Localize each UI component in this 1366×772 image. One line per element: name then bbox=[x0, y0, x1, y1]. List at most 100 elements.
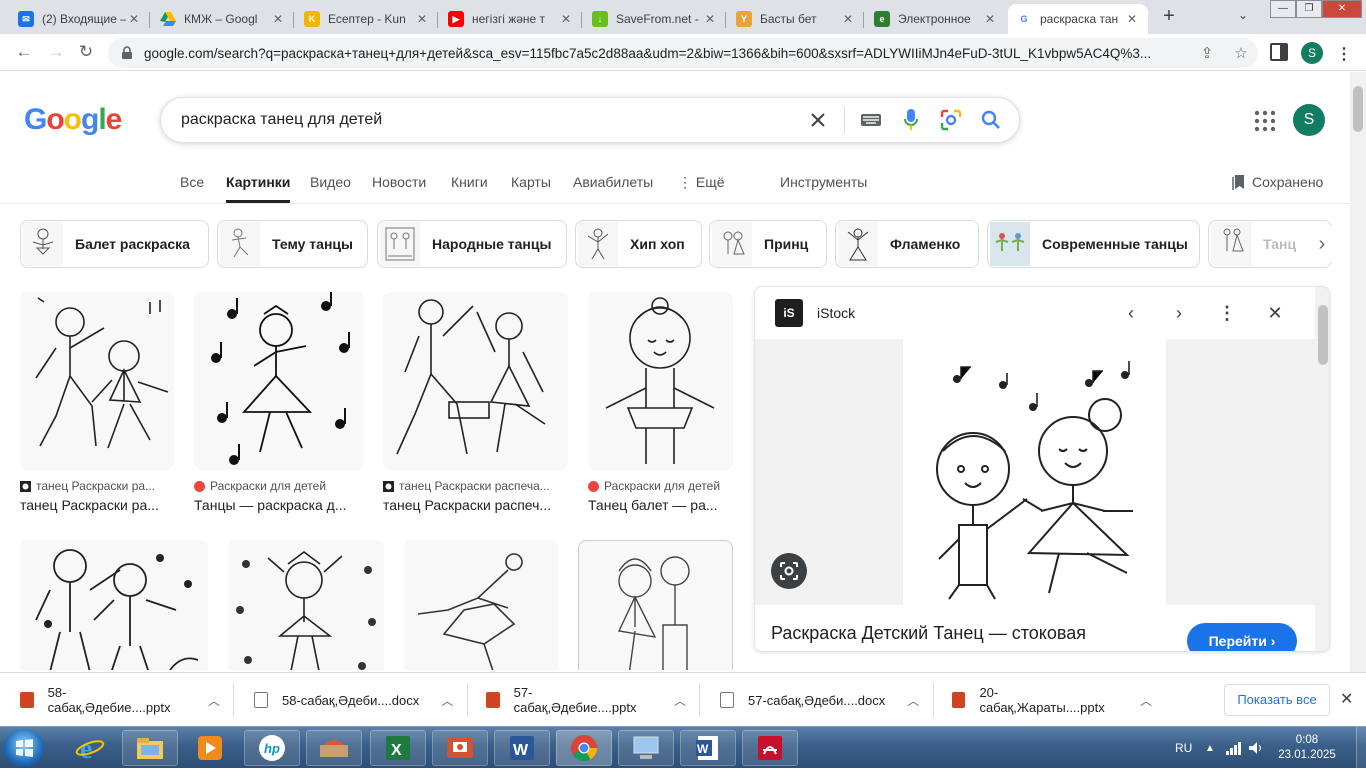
next-chevron-icon[interactable]: › bbox=[1167, 301, 1191, 325]
new-tab-button[interactable]: + bbox=[1158, 6, 1180, 28]
preview-image[interactable] bbox=[903, 339, 1166, 605]
forward-arrow-icon[interactable]: → bbox=[44, 41, 68, 65]
restore-button[interactable]: ❐ bbox=[1296, 0, 1322, 18]
tab-home[interactable]: Y Басты бет ✕ bbox=[728, 4, 864, 34]
url-field[interactable]: google.com/search?q=раскраска+танец+для+… bbox=[108, 38, 1258, 68]
start-button-windows-icon[interactable] bbox=[4, 729, 44, 767]
microphone-icon[interactable] bbox=[891, 97, 931, 143]
tab-search-chevron-icon[interactable]: ⌄ bbox=[1238, 8, 1248, 22]
page-scrollbar[interactable] bbox=[1350, 72, 1366, 672]
close-icon[interactable]: ✕ bbox=[414, 12, 430, 26]
tab-kundelik[interactable]: K Есептер - Kun ✕ bbox=[296, 4, 438, 34]
system-tool-icon[interactable] bbox=[306, 730, 362, 766]
account-avatar[interactable]: S bbox=[1293, 104, 1325, 136]
close-icon[interactable]: ✕ bbox=[270, 12, 286, 26]
result-title[interactable]: Танцы — раскраска д... bbox=[194, 497, 364, 513]
chips-next-chevron-icon[interactable]: › bbox=[1304, 226, 1340, 262]
panel-site-name[interactable]: iStock bbox=[817, 305, 855, 321]
close-icon[interactable]: ✕ bbox=[1124, 12, 1140, 26]
close-icon[interactable]: ✕ bbox=[1340, 689, 1353, 709]
internet-explorer-icon[interactable]: e bbox=[62, 730, 118, 766]
visual-search-lens-icon[interactable] bbox=[771, 553, 807, 589]
search-icon[interactable] bbox=[971, 97, 1011, 143]
download-item[interactable]: 58-сабақ,Әдеби....docx ︿ bbox=[254, 673, 468, 727]
side-panel-icon[interactable] bbox=[1270, 43, 1288, 61]
image-result[interactable] bbox=[578, 540, 733, 670]
chip-dance-theme[interactable]: Тему танцы bbox=[217, 220, 368, 268]
chevron-up-icon[interactable]: ︿ bbox=[907, 692, 919, 709]
chevron-up-icon[interactable]: ︿ bbox=[441, 692, 453, 709]
browser-profile-avatar[interactable]: S bbox=[1301, 42, 1323, 64]
media-player-icon[interactable] bbox=[182, 730, 238, 766]
show-desktop-button[interactable] bbox=[1356, 727, 1366, 769]
clear-icon[interactable] bbox=[798, 97, 838, 143]
image-result[interactable] bbox=[20, 540, 208, 670]
acrobat-reader-icon[interactable] bbox=[742, 730, 798, 766]
language-indicator[interactable]: RU bbox=[1175, 727, 1192, 769]
word-icon[interactable]: W bbox=[494, 730, 550, 766]
tools-button[interactable]: Инструменты bbox=[780, 174, 867, 190]
tab-videos[interactable]: Видео bbox=[310, 174, 351, 190]
saved-button[interactable]: Сохранено bbox=[1232, 174, 1323, 190]
computer-icon[interactable] bbox=[618, 730, 674, 766]
tab-egov[interactable]: e Электронное ✕ bbox=[866, 4, 1006, 34]
download-item[interactable]: 20-сабақ,Жараты....pptx ︿ bbox=[952, 673, 1152, 727]
close-icon[interactable]: ✕ bbox=[558, 12, 574, 26]
chevron-up-icon[interactable]: ︿ bbox=[208, 692, 220, 709]
image-result[interactable] bbox=[228, 540, 384, 670]
minimize-button[interactable]: — bbox=[1270, 0, 1296, 18]
image-result[interactable]: Раскраски для детей Танцы — раскраска д.… bbox=[194, 292, 364, 513]
result-title[interactable]: танец Раскраски ра... bbox=[20, 497, 174, 513]
tab-flights[interactable]: Авиабилеты bbox=[573, 174, 653, 190]
bookmark-star-icon[interactable]: ☆ bbox=[1224, 44, 1258, 62]
powerpoint-icon[interactable] bbox=[432, 730, 488, 766]
chip-prince[interactable]: Принц bbox=[709, 220, 827, 268]
search-input[interactable]: раскраска танец для детей bbox=[160, 97, 1020, 143]
tab-youtube[interactable]: ▶ негізгі және т ✕ bbox=[440, 4, 582, 34]
tab-drive[interactable]: КМЖ – Googl ✕ bbox=[152, 4, 294, 34]
image-result[interactable]: танец Раскраски распеча... танец Раскрас… bbox=[383, 292, 568, 513]
network-signal-icon[interactable] bbox=[1226, 727, 1242, 769]
tray-expand-icon[interactable]: ▲ bbox=[1205, 727, 1215, 769]
chip-modern-dance[interactable]: Современные танцы bbox=[987, 220, 1200, 268]
chevron-up-icon[interactable]: ︿ bbox=[1140, 692, 1152, 709]
download-item[interactable]: 58-сабақ,Әдебие....pptx ︿ bbox=[20, 673, 234, 727]
download-item[interactable]: 57-сабақ,Әдеби....docx ︿ bbox=[720, 673, 934, 727]
tab-maps[interactable]: Карты bbox=[511, 174, 551, 190]
tab-savefrom[interactable]: ↓ SaveFrom.net - ✕ bbox=[584, 4, 726, 34]
visit-button[interactable]: Перейти › bbox=[1187, 623, 1297, 651]
share-icon[interactable]: ⇪ bbox=[1190, 44, 1224, 62]
close-icon[interactable]: ✕ bbox=[702, 12, 718, 26]
show-all-downloads-button[interactable]: Показать все bbox=[1224, 684, 1330, 716]
prev-chevron-icon[interactable]: ‹ bbox=[1119, 301, 1143, 325]
window-close-button[interactable]: ✕ bbox=[1322, 0, 1362, 18]
close-icon[interactable]: ✕ bbox=[982, 12, 998, 26]
keyboard-icon[interactable] bbox=[851, 97, 891, 143]
tab-news[interactable]: Новости bbox=[372, 174, 426, 190]
tab-images[interactable]: Картинки bbox=[226, 174, 291, 203]
reload-icon[interactable]: ↻ bbox=[74, 41, 98, 65]
more-options-icon[interactable]: ⋮ bbox=[1215, 301, 1239, 325]
volume-icon[interactable] bbox=[1248, 727, 1264, 769]
hp-icon[interactable]: hp bbox=[244, 730, 300, 766]
close-icon[interactable]: ✕ bbox=[840, 12, 856, 26]
chip-flamenco[interactable]: Фламенко bbox=[835, 220, 979, 268]
panel-scrollbar[interactable] bbox=[1315, 287, 1329, 651]
word-document-icon[interactable]: W bbox=[680, 730, 736, 766]
result-title[interactable]: Танец балет — ра... bbox=[588, 497, 733, 513]
back-arrow-icon[interactable]: ← bbox=[12, 41, 36, 65]
chevron-up-icon[interactable]: ︿ bbox=[674, 692, 686, 709]
chip-ballet[interactable]: Балет раскраска bbox=[20, 220, 209, 268]
tab-google-search[interactable]: G раскраска тан ✕ bbox=[1008, 4, 1148, 34]
result-title[interactable]: танец Раскраски распеч... bbox=[383, 497, 568, 513]
tab-inbox[interactable]: ✉ (2) Входящие – ✕ bbox=[10, 4, 150, 34]
chip-folk-dance[interactable]: Народные танцы bbox=[377, 220, 567, 268]
excel-icon[interactable]: X bbox=[370, 730, 426, 766]
tab-books[interactable]: Книги bbox=[451, 174, 488, 190]
lens-camera-icon[interactable] bbox=[931, 97, 971, 143]
chip-hip-hop[interactable]: Хип хоп bbox=[575, 220, 702, 268]
chrome-icon[interactable] bbox=[556, 730, 612, 766]
close-icon[interactable]: ✕ bbox=[126, 12, 142, 26]
tab-more[interactable]: ⋮ Ещё bbox=[678, 174, 725, 191]
file-explorer-icon[interactable] bbox=[122, 730, 178, 766]
